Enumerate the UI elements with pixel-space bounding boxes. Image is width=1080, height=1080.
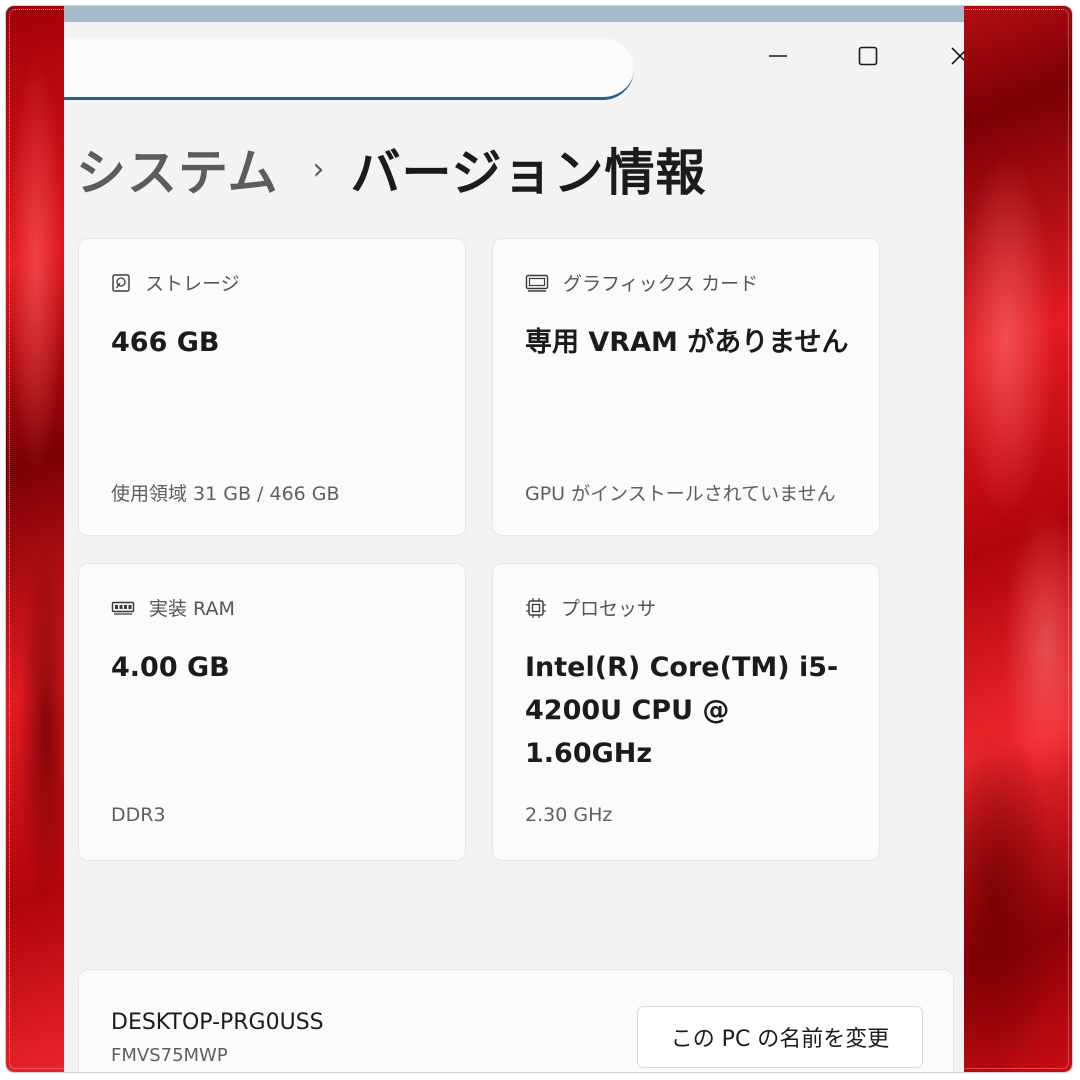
processor-value: Intel(R) Core(TM) i5-4200U CPU @ 1.60GHz — [525, 652, 839, 769]
storage-value: 466 GB — [111, 327, 220, 358]
page-title: バージョン情報 — [350, 144, 707, 202]
rename-pc-button[interactable]: この PC の名前を変更 — [637, 1006, 923, 1068]
processor-label: プロセッサ — [561, 598, 657, 620]
device-model: FMVS75MWP — [111, 1045, 228, 1066]
ram-label: 実装 RAM — [149, 598, 235, 620]
ram-value: 4.00 GB — [111, 652, 230, 683]
ram-type: DDR3 — [111, 804, 166, 826]
display-card-icon — [525, 274, 549, 292]
close-icon — [951, 47, 964, 65]
graphics-value: 専用 VRAM がありません — [525, 327, 849, 358]
memory-icon — [111, 601, 135, 615]
search-input[interactable] — [64, 38, 634, 100]
graphics-card-header: グラフィックス カード — [525, 269, 758, 296]
graphics-status: GPU がインストールされていません — [525, 483, 836, 505]
settings-window: システム › バージョン情報 ストレージ 466 GB 使用領域 31 GB /… — [64, 6, 964, 1072]
processor-speed: 2.30 GHz — [525, 804, 613, 826]
minimize-button[interactable] — [756, 34, 800, 78]
maximize-button[interactable] — [846, 34, 890, 78]
breadcrumb-separator: › — [312, 151, 325, 187]
minimize-icon — [769, 55, 787, 57]
graphics-card: グラフィックス カード 専用 VRAM がありません GPU がインストールされ… — [492, 238, 880, 536]
device-name-card: DESKTOP-PRG0USS FMVS75MWP この PC の名前を変更 — [78, 969, 954, 1072]
storage-usage: 使用領域 31 GB / 466 GB — [111, 483, 340, 505]
hard-drive-icon — [112, 273, 130, 292]
storage-card: ストレージ 466 GB 使用領域 31 GB / 466 GB — [78, 238, 466, 536]
storage-label: ストレージ — [145, 273, 240, 295]
breadcrumb-system-link[interactable]: システム — [76, 133, 279, 205]
storage-card-header: ストレージ — [111, 269, 240, 296]
close-button[interactable] — [938, 34, 964, 78]
cpu-icon — [526, 597, 546, 618]
maximize-icon — [858, 46, 878, 66]
ram-card: 実装 RAM 4.00 GB DDR3 — [78, 563, 466, 861]
device-name: DESKTOP-PRG0USS — [111, 1010, 324, 1035]
window-top-strip — [64, 6, 964, 22]
processor-card: プロセッサ Intel(R) Core(TM) i5-4200U CPU @ 1… — [492, 563, 880, 861]
breadcrumb: システム › バージョン情報 — [76, 134, 707, 204]
graphics-label: グラフィックス カード — [563, 273, 759, 295]
processor-card-header: プロセッサ — [525, 594, 656, 621]
ram-card-header: 実装 RAM — [111, 594, 235, 621]
